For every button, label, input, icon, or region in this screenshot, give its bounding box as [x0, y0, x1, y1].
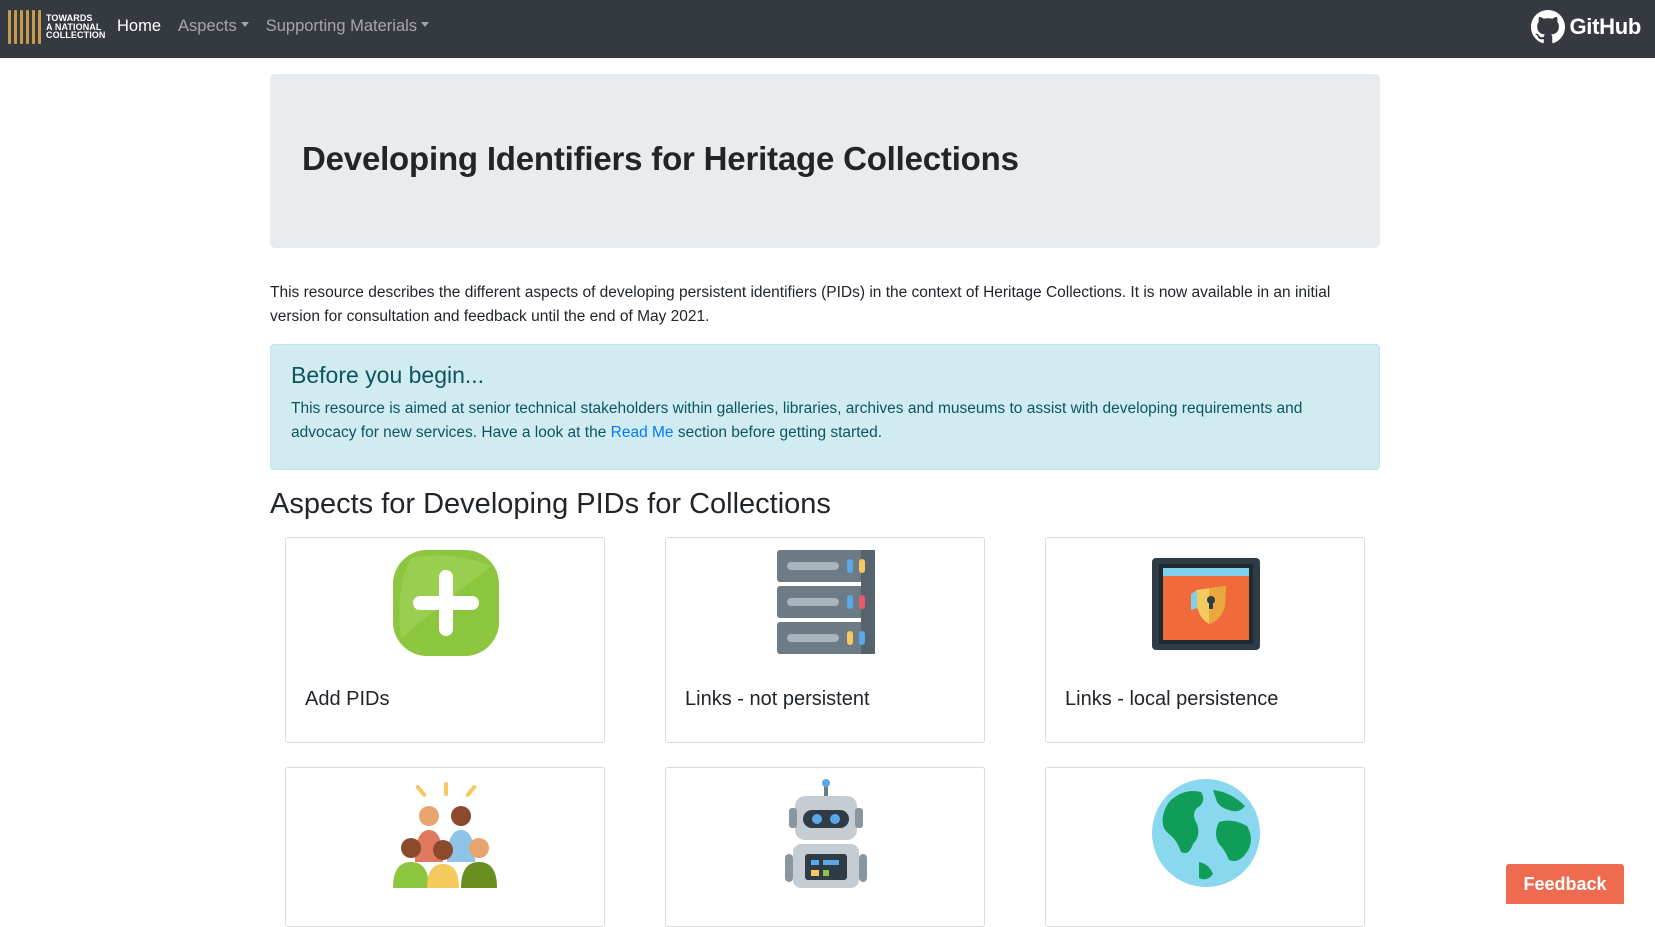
github-label: GitHub [1569, 14, 1641, 39]
hero-banner: Developing Identifiers for Heritage Coll… [270, 74, 1380, 248]
read-me-link[interactable]: Read Me [611, 424, 674, 441]
logo-icon [8, 10, 41, 44]
site-logo[interactable]: TOWARDS A NATIONAL COLLECTION [8, 10, 106, 44]
logo-text: TOWARDS A NATIONAL COLLECTION [46, 13, 106, 41]
card-label: Links - local persistence [1065, 688, 1279, 710]
nav-aspects-dropdown[interactable]: Aspects [178, 17, 249, 36]
nav-aspects-label: Aspects [178, 17, 237, 35]
nav-supporting-materials-label: Supporting Materials [265, 17, 418, 35]
server-icon [777, 550, 875, 654]
intro-text: This resource describes the different as… [270, 284, 1331, 325]
navbar: TOWARDS A NATIONAL COLLECTION Home Aspec… [0, 0, 1655, 58]
alert-text-after: section before getting started. [673, 424, 883, 441]
card-globe[interactable] [1045, 767, 1365, 927]
nav-home[interactable]: Home [117, 17, 161, 36]
github-link[interactable]: GitHub [1531, 10, 1641, 44]
nav-supporting-materials-dropdown[interactable]: Supporting Materials [265, 17, 430, 36]
card-label: Add PIDs [305, 688, 390, 710]
alert-heading: Before you begin... [291, 362, 485, 388]
card-links-not-persistent[interactable]: Links - not persistent [665, 537, 985, 743]
card-robot[interactable] [665, 767, 985, 927]
robot-icon [785, 779, 867, 888]
safe-icon [1152, 558, 1260, 650]
people-icon [393, 782, 497, 888]
alert-text: This resource is aimed at senior technic… [291, 397, 1351, 445]
feedback-button[interactable]: Feedback [1506, 864, 1624, 904]
caret-down-icon [240, 22, 249, 28]
card-add-pids[interactable]: Add PIDs [285, 537, 605, 743]
caret-down-icon [421, 22, 430, 28]
github-icon [1531, 10, 1566, 44]
info-alert: Before you begin... This resource is aim… [270, 344, 1380, 470]
nav-links: Home Aspects Supporting Materials [117, 17, 430, 36]
card-label: Links - not persistent [685, 688, 870, 710]
add-icon [393, 550, 499, 656]
page-title: Developing Identifiers for Heritage Coll… [302, 140, 1019, 177]
card-people[interactable] [285, 767, 605, 927]
section-title: Aspects for Developing PIDs for Collecti… [270, 488, 831, 520]
globe-icon [1152, 779, 1260, 887]
card-links-local-persistence[interactable]: Links - local persistence [1045, 537, 1365, 743]
